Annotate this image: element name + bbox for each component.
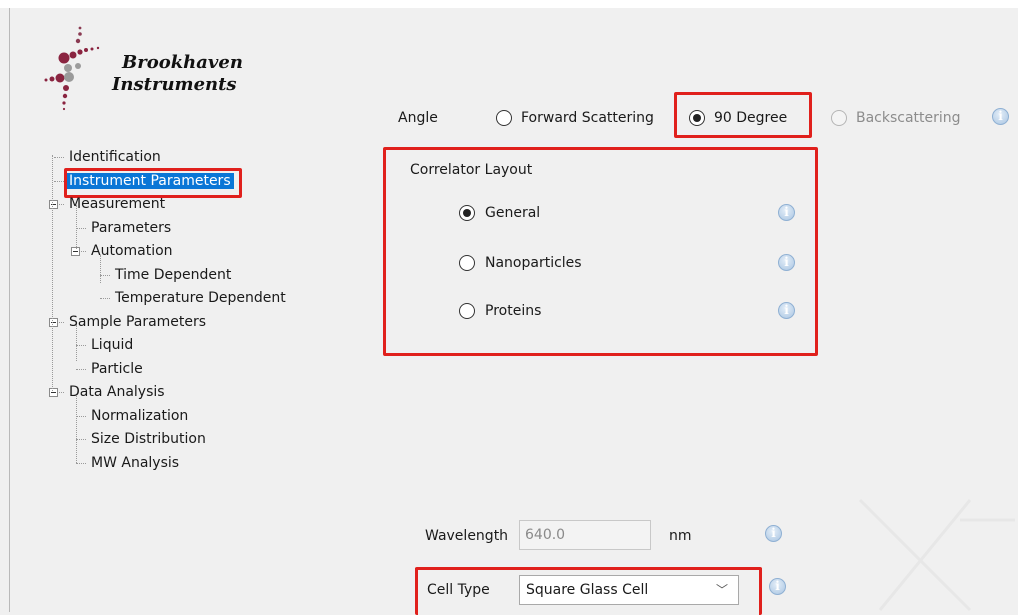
tree-connector bbox=[54, 157, 64, 158]
wavelength-label: Wavelength bbox=[425, 528, 509, 544]
correlator-layout-title: Correlator Layout bbox=[410, 162, 533, 178]
cell-type-value: Square Glass Cell bbox=[526, 582, 649, 598]
angle-label: Angle bbox=[398, 110, 438, 126]
wavelength-unit: nm bbox=[669, 528, 692, 544]
tree-connector bbox=[76, 462, 86, 464]
tree-connector bbox=[76, 439, 86, 440]
tree-item-time-dependent[interactable]: Time Dependent bbox=[112, 265, 234, 285]
tree-item-label: Measurement bbox=[69, 196, 166, 212]
watermark-graphic bbox=[858, 498, 1015, 612]
radio-proteins[interactable] bbox=[459, 303, 475, 319]
tree-item-label: Temperature Dependent bbox=[115, 290, 286, 306]
tree-item-size-distribution[interactable]: Size Distribution bbox=[88, 429, 209, 449]
wavelength-input[interactable]: 640.0 bbox=[519, 520, 651, 550]
tree-guide-line bbox=[76, 205, 77, 249]
tree-connector bbox=[76, 345, 86, 346]
radio-backscattering bbox=[831, 110, 847, 126]
highlight-instrument-parameters bbox=[64, 167, 242, 198]
tree-connector bbox=[76, 415, 86, 417]
cell-type-select[interactable]: Square Glass Cell ﹀ bbox=[519, 575, 739, 605]
tree-connector bbox=[76, 368, 86, 370]
logo-text-line2: Instruments bbox=[112, 74, 237, 95]
general-label[interactable]: General bbox=[485, 205, 540, 221]
proteins-label[interactable]: Proteins bbox=[485, 303, 541, 319]
tree-item-liquid[interactable]: Liquid bbox=[88, 335, 136, 355]
tree-item-measurement[interactable]: Measurement bbox=[66, 194, 168, 214]
nanoparticles-info-icon[interactable]: i bbox=[778, 254, 795, 271]
brookhaven-logo: Brookhaven Instruments bbox=[42, 22, 272, 122]
collapse-minus-icon[interactable] bbox=[49, 388, 58, 397]
tree-item-label: Time Dependent bbox=[115, 266, 232, 283]
forward-scattering-label[interactable]: Forward Scattering bbox=[521, 110, 654, 126]
tree-connector bbox=[100, 298, 110, 299]
tree-guide-line bbox=[52, 155, 53, 391]
tree-item-sample-parameters[interactable]: Sample Parameters bbox=[66, 312, 209, 332]
tree-item-identification[interactable]: Identification bbox=[66, 147, 164, 167]
radio-forward-scattering[interactable] bbox=[496, 110, 512, 126]
angle-info-icon[interactable]: i bbox=[992, 108, 1009, 125]
tree-guide-line bbox=[100, 255, 101, 283]
correlator-layout-group bbox=[383, 147, 818, 356]
tree-guide-line bbox=[76, 395, 77, 463]
tree-connector bbox=[54, 180, 64, 182]
cell-type-label: Cell Type bbox=[427, 582, 490, 598]
collapse-minus-icon[interactable] bbox=[49, 200, 58, 209]
tree-item-data-analysis[interactable]: Data Analysis bbox=[66, 382, 168, 402]
cell-type-info-icon[interactable]: i bbox=[769, 578, 786, 595]
left-border bbox=[9, 8, 10, 612]
top-border bbox=[0, 0, 1018, 8]
tree-item-normalization[interactable]: Normalization bbox=[88, 406, 191, 426]
logo-dots-icon bbox=[44, 26, 100, 111]
tree-connector bbox=[100, 274, 110, 276]
tree-item-label: Automation bbox=[91, 243, 173, 259]
logo-text-line1: Brookhaven bbox=[122, 52, 243, 73]
tree-item-label: Data Analysis bbox=[69, 384, 165, 400]
radio-nanoparticles[interactable] bbox=[459, 255, 475, 271]
nanoparticles-label[interactable]: Nanoparticles bbox=[485, 255, 582, 271]
tree-item-label: MW Analysis bbox=[91, 454, 180, 471]
tree-item-label: Normalization bbox=[91, 407, 189, 424]
general-info-icon[interactable]: i bbox=[778, 204, 795, 221]
tree-item-label: Sample Parameters bbox=[69, 313, 207, 330]
tree-item-automation[interactable]: Automation bbox=[88, 241, 176, 261]
tree-item-label: Size Distribution bbox=[91, 431, 206, 447]
highlight-90-degree bbox=[674, 92, 812, 138]
tree-item-label: Particle bbox=[91, 360, 143, 377]
tree-item-parameters[interactable]: Parameters bbox=[88, 218, 174, 238]
tree-item-particle[interactable]: Particle bbox=[88, 359, 146, 379]
wavelength-info-icon[interactable]: i bbox=[765, 525, 782, 542]
radio-general[interactable] bbox=[459, 205, 475, 221]
chevron-down-icon: ﹀ bbox=[715, 583, 728, 597]
tree-item-label: Liquid bbox=[91, 337, 134, 353]
collapse-minus-icon[interactable] bbox=[49, 317, 58, 327]
backscattering-label: Backscattering bbox=[856, 110, 961, 126]
tree-item-mw-analysis[interactable]: MW Analysis bbox=[88, 453, 182, 473]
tree-item-temperature-dependent[interactable]: Temperature Dependent bbox=[112, 288, 289, 308]
proteins-info-icon[interactable]: i bbox=[778, 302, 795, 319]
tree-guide-line bbox=[76, 325, 77, 361]
tree-connector bbox=[76, 227, 86, 229]
tree-item-label: Identification bbox=[69, 149, 161, 165]
tree-item-label: Parameters bbox=[91, 219, 172, 236]
